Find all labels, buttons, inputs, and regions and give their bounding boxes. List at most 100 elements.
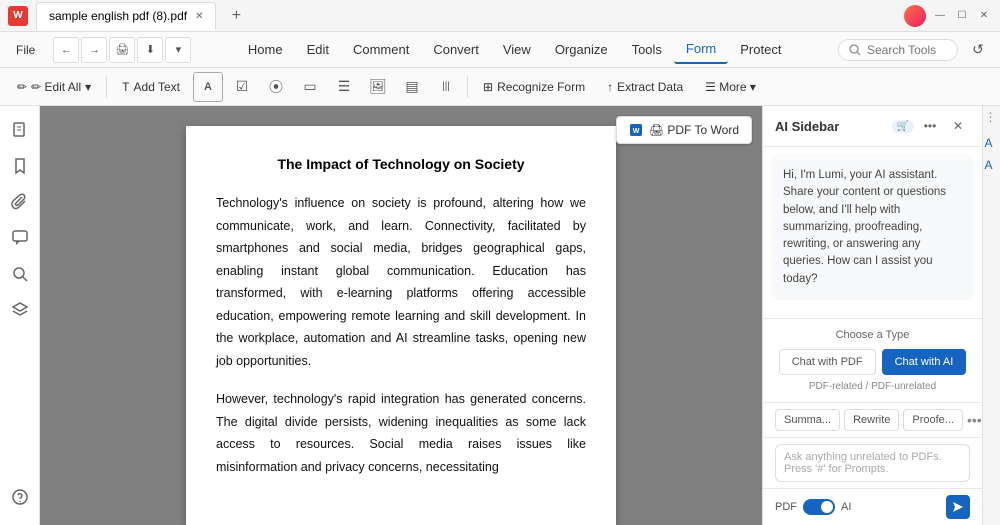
ai-message: Hi, I'm Lumi, your AI assistant. Share y… bbox=[771, 155, 974, 300]
ai-type-buttons: Chat with PDF Chat with AI bbox=[775, 349, 970, 375]
close-button[interactable]: ✕ bbox=[976, 8, 992, 24]
pdf-word-icon: W bbox=[629, 123, 643, 137]
separator-2 bbox=[467, 76, 468, 98]
menu-tools[interactable]: Tools bbox=[620, 36, 674, 63]
sidebar-search-icon[interactable] bbox=[4, 258, 36, 290]
right-extra-icon-2[interactable]: A bbox=[985, 136, 999, 150]
sidebar-attachment-icon[interactable] bbox=[4, 186, 36, 218]
nav-forward-button[interactable]: → bbox=[81, 37, 107, 63]
pdf-paragraph-1: Technology's influence on society is pro… bbox=[216, 192, 586, 372]
pdf-content: Technology's influence on society is pro… bbox=[216, 192, 586, 478]
menu-left: File ← → 🖨 ⬇ ▾ bbox=[8, 37, 191, 63]
add-text-label: Add Text bbox=[134, 80, 180, 94]
sidebar-pages-icon[interactable] bbox=[4, 114, 36, 146]
proofread-button[interactable]: Proofe... bbox=[903, 409, 963, 431]
image-button[interactable]: 🖼 bbox=[363, 72, 393, 102]
tab-label: sample english pdf (8).pdf bbox=[49, 9, 187, 23]
extract-icon: ↑ bbox=[607, 80, 613, 94]
extract-data-button[interactable]: ↑ Extract Data bbox=[598, 75, 692, 99]
more-button[interactable]: ☰ More ▾ bbox=[696, 75, 765, 99]
cloud-button[interactable]: ↺ bbox=[964, 36, 992, 64]
ai-spacer bbox=[763, 308, 982, 318]
title-bar: W sample english pdf (8).pdf ✕ + — ☐ ✕ bbox=[0, 0, 1000, 32]
menu-convert[interactable]: Convert bbox=[421, 36, 491, 63]
sidebar-bookmark-icon[interactable] bbox=[4, 150, 36, 182]
sidebar-help-icon[interactable] bbox=[4, 481, 36, 513]
menu-edit[interactable]: Edit bbox=[295, 36, 341, 63]
title-bar-right: — ☐ ✕ bbox=[904, 5, 992, 27]
ai-sidebar-title: AI Sidebar bbox=[775, 119, 892, 134]
ai-footer-pdf-label: PDF bbox=[775, 501, 797, 513]
menu-comment[interactable]: Comment bbox=[341, 36, 421, 63]
text-field-button[interactable]: A bbox=[193, 72, 223, 102]
menu-home[interactable]: Home bbox=[236, 36, 295, 63]
grid-button[interactable]: ▤ bbox=[397, 72, 427, 102]
ai-options-button[interactable]: ••• bbox=[918, 114, 942, 138]
svg-text:W: W bbox=[633, 128, 640, 135]
ai-header-icons: 🛒 ••• ✕ bbox=[892, 114, 970, 138]
right-extra-panel: ⋮ A A bbox=[982, 106, 1000, 525]
rectangle-button[interactable]: ▭ bbox=[295, 72, 325, 102]
title-bar-left: W sample english pdf (8).pdf ✕ + bbox=[8, 2, 248, 30]
left-sidebar bbox=[0, 106, 40, 525]
pdf-document-title: The Impact of Technology on Society bbox=[216, 156, 586, 172]
ai-sidebar-header: AI Sidebar 🛒 ••• ✕ bbox=[763, 106, 982, 147]
edit-all-label: ✏ Edit All bbox=[31, 80, 81, 94]
toolbar: ✏ ✏ Edit All ▾ T Add Text A ☑ ⦿ ▭ ☰ 🖼 ▤ … bbox=[0, 68, 1000, 106]
list-button[interactable]: ☰ bbox=[329, 72, 359, 102]
nav-buttons: ← → 🖨 ⬇ ▾ bbox=[53, 37, 191, 63]
right-extra-icon-3[interactable]: A bbox=[985, 158, 999, 172]
add-text-icon: T bbox=[122, 80, 129, 94]
minimize-button[interactable]: — bbox=[932, 8, 948, 24]
send-icon bbox=[952, 501, 964, 513]
chat-pdf-button[interactable]: Chat with PDF bbox=[779, 349, 876, 375]
new-tab-button[interactable]: + bbox=[224, 4, 248, 28]
nav-download-button[interactable]: ⬇ bbox=[137, 37, 163, 63]
recognize-form-button[interactable]: ⊞ Recognize Form bbox=[474, 75, 594, 99]
edit-all-button[interactable]: ✏ ✏ Edit All ▾ bbox=[8, 75, 100, 99]
sidebar-layers-icon[interactable] bbox=[4, 294, 36, 326]
pdf-to-word-label: 🖨 PDF To Word bbox=[649, 123, 739, 137]
search-input[interactable] bbox=[867, 43, 947, 57]
edit-dropdown-icon: ▾ bbox=[85, 80, 91, 94]
search-tools[interactable] bbox=[838, 39, 958, 61]
file-menu[interactable]: File bbox=[8, 39, 43, 61]
nav-dropdown-button[interactable]: ▾ bbox=[165, 37, 191, 63]
ai-footer: PDF AI bbox=[763, 488, 982, 525]
search-icon bbox=[849, 44, 861, 56]
ai-actions: Summa... Rewrite Proofe... ••• bbox=[763, 402, 982, 437]
pdf-paragraph-2: However, technology's rapid integration … bbox=[216, 388, 586, 478]
radio-button[interactable]: ⦿ bbox=[261, 72, 291, 102]
ai-footer-ai-label: AI bbox=[841, 501, 851, 513]
ai-close-button[interactable]: ✕ bbox=[946, 114, 970, 138]
ai-type-title: Choose a Type bbox=[775, 329, 970, 341]
pdf-ai-toggle[interactable] bbox=[803, 499, 835, 515]
ai-send-button[interactable] bbox=[946, 495, 970, 519]
checkbox-button[interactable]: ☑ bbox=[227, 72, 257, 102]
chat-ai-button[interactable]: Chat with AI bbox=[882, 349, 967, 375]
ai-sidebar: AI Sidebar 🛒 ••• ✕ Hi, I'm Lumi, your AI… bbox=[762, 106, 982, 525]
menu-protect[interactable]: Protect bbox=[728, 36, 793, 63]
nav-back-button[interactable]: ← bbox=[53, 37, 79, 63]
pdf-viewer: W 🖨 PDF To Word The Impact of Technology… bbox=[40, 106, 762, 525]
nav-print-button[interactable]: 🖨 bbox=[109, 37, 135, 63]
pdf-page: The Impact of Technology on Society Tech… bbox=[186, 126, 616, 525]
ai-input-box[interactable]: Ask anything unrelated to PDFs. Press '#… bbox=[775, 444, 970, 482]
menu-view[interactable]: View bbox=[491, 36, 543, 63]
barcode-button[interactable]: ||| bbox=[431, 72, 461, 102]
tab-close-button[interactable]: ✕ bbox=[195, 11, 203, 22]
ai-input-placeholder: Ask anything unrelated to PDFs. Press '#… bbox=[784, 451, 942, 475]
right-extra-icon-1[interactable]: ⋮ bbox=[985, 110, 999, 124]
menu-organize[interactable]: Organize bbox=[543, 36, 620, 63]
toggle-knob bbox=[821, 501, 833, 513]
more-actions-button[interactable]: ••• bbox=[967, 412, 982, 428]
active-tab[interactable]: sample english pdf (8).pdf ✕ bbox=[36, 2, 216, 30]
rewrite-button[interactable]: Rewrite bbox=[844, 409, 899, 431]
sidebar-comment-icon[interactable] bbox=[4, 222, 36, 254]
maximize-button[interactable]: ☐ bbox=[954, 8, 970, 24]
menu-form[interactable]: Form bbox=[674, 35, 728, 64]
ai-type-section: Choose a Type Chat with PDF Chat with AI… bbox=[763, 318, 982, 402]
pdf-to-word-button[interactable]: W 🖨 PDF To Word bbox=[616, 116, 752, 144]
add-text-button[interactable]: T Add Text bbox=[113, 75, 189, 99]
summarize-button[interactable]: Summa... bbox=[775, 409, 840, 431]
